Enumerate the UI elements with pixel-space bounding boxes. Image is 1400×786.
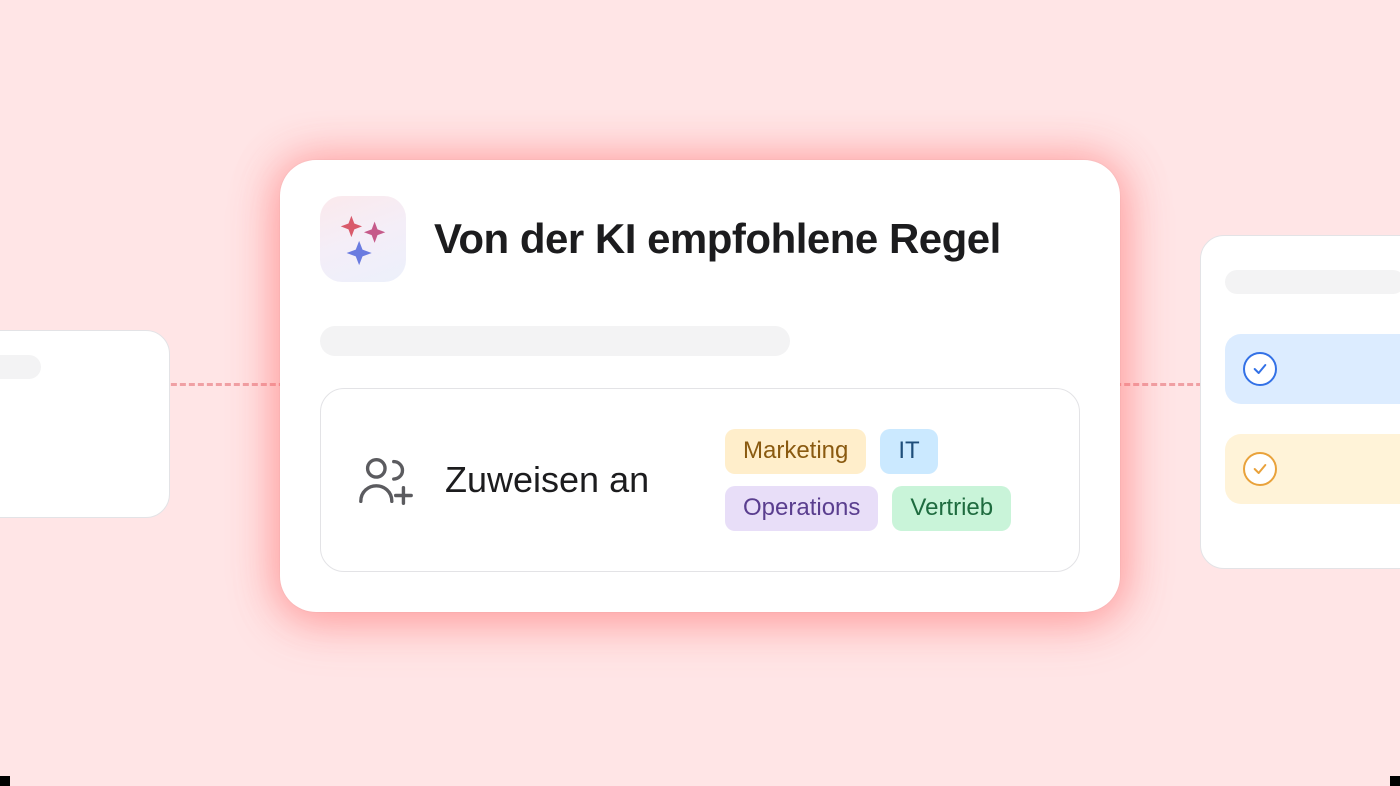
assign-to-box[interactable]: Zuweisen an Marketing ITOperations Vertrie…: [320, 388, 1080, 572]
tag-it[interactable]: IT: [880, 429, 937, 474]
placeholder-bar: [0, 355, 41, 379]
tag-marketing[interactable]: Marketing: [725, 429, 866, 474]
ai-sparkle-icon: [320, 196, 406, 282]
status-row-pending: [1225, 434, 1400, 504]
card-title: Von der KI empfohlene Regel: [434, 215, 1001, 263]
assign-label: Zuweisen an: [445, 459, 649, 501]
tag-vertrieb[interactable]: Vertrieb: [892, 486, 1011, 531]
status-row-done: [1225, 334, 1400, 404]
decorative-corner: [1390, 776, 1400, 786]
card-header: Von der KI empfohlene Regel: [320, 196, 1080, 282]
assignee-tags: Marketing ITOperations Vertrieb: [725, 429, 1045, 531]
next-step-card: [1200, 235, 1400, 569]
prev-step-card: [0, 330, 170, 518]
decorative-corner: [0, 776, 10, 786]
placeholder-bar: [1225, 270, 1400, 294]
ai-recommended-rule-card: Von der KI empfohlene Regel Zuweisen an …: [280, 160, 1120, 612]
add-user-icon: [355, 449, 417, 511]
check-icon: [1243, 352, 1277, 386]
placeholder-bar: [320, 326, 790, 356]
tag-operations[interactable]: Operations: [725, 486, 878, 531]
check-icon: [1243, 452, 1277, 486]
